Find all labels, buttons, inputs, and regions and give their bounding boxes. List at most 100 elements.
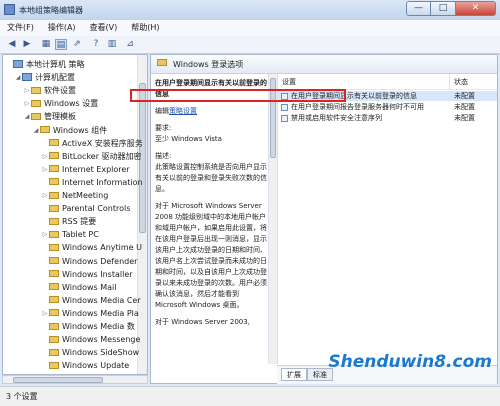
tree-item[interactable]: ▷Internet Explorer <box>41 163 130 176</box>
tree-item-label: Windows Messenge <box>62 335 140 344</box>
collapsed-arrow-icon[interactable]: ▷ <box>23 84 31 97</box>
status-text: 3 个设置 <box>6 391 38 402</box>
tree-item[interactable]: Windows Messenge <box>41 333 140 346</box>
tree-item[interactable]: Windows Anytime U <box>41 241 142 254</box>
maximize-button[interactable]: □ <box>431 1 456 16</box>
tree-item[interactable]: Internet Information <box>41 176 143 189</box>
collapsed-arrow-icon[interactable]: ▷ <box>41 189 49 202</box>
export-icon[interactable]: ⇗ <box>71 39 83 50</box>
tree-item-label: Tablet PC <box>62 230 99 239</box>
tree-item[interactable]: Windows Media 数 <box>41 320 135 333</box>
tree-item-label: Windows Media Cer <box>62 296 141 305</box>
folder-icon <box>40 126 50 133</box>
setting-state: 未配置 <box>454 113 475 123</box>
expanded-arrow-icon[interactable]: ◢ <box>14 71 22 84</box>
computer-icon <box>22 73 32 81</box>
group-policy-editor-window: 本地组策略编辑器 — □ ✕ 文件(F) 操作(A) 查看(V) 帮助(H) ◀… <box>0 0 500 405</box>
menu-file[interactable]: 文件(F) <box>0 20 41 36</box>
minimize-button[interactable]: — <box>406 1 431 16</box>
tree-item[interactable]: ▷NetMeeting <box>41 189 108 202</box>
folder-icon <box>49 309 59 316</box>
setting-name: 禁用或启用软件安全注意序列 <box>291 113 382 123</box>
policy-tree[interactable]: 本地计算机 策略◢计算机配置▷软件设置▷Windows 设置◢管理模板◢Wind… <box>2 54 148 375</box>
setting-row[interactable]: 在用户登录期间报告登录服务器何时不可用 未配置 <box>278 102 497 112</box>
expanded-arrow-icon[interactable]: ◢ <box>32 124 40 137</box>
tree-item[interactable]: Windows Mail <box>41 281 117 294</box>
expanded-arrow-icon[interactable]: ◢ <box>23 110 31 123</box>
setting-row[interactable]: 禁用或启用软件安全注意序列 未配置 <box>278 113 497 123</box>
tree-item[interactable]: Windows SideShow <box>41 346 139 359</box>
tree-item[interactable]: Parental Controls <box>41 202 130 215</box>
tree-item-label: Windows Anytime U <box>62 243 142 252</box>
folder-icon <box>49 362 59 369</box>
list-view-icon[interactable]: ▤ <box>55 39 67 50</box>
tree-item[interactable]: 本地计算机 策略 <box>5 58 85 71</box>
tree-item[interactable]: ◢计算机配置 <box>14 71 75 84</box>
folder-icon <box>49 270 59 277</box>
tree-item[interactable]: ▷ Tablet PC <box>41 228 99 241</box>
tree-item[interactable]: ▷BitLocker 驱动器加密 <box>41 150 142 163</box>
tree-item[interactable]: ▷软件设置 <box>23 84 76 97</box>
tab-extended[interactable]: 扩展 <box>281 368 307 381</box>
tree-item[interactable]: Windows Update <box>41 359 129 372</box>
tree-item-label: Windows SideShow <box>62 348 139 357</box>
menu-view[interactable]: 查看(V) <box>83 20 125 36</box>
folder-icon <box>49 178 59 185</box>
tree-item[interactable]: ◢管理模板 <box>23 110 76 123</box>
tree-item[interactable]: ActiveX 安装程序服务 <box>41 137 143 150</box>
properties-icon[interactable]: ▥ <box>106 39 118 50</box>
collapsed-arrow-icon[interactable]: ▷ <box>23 97 31 110</box>
column-state[interactable]: 状态 <box>454 77 468 87</box>
toolbar: ◀ ▶ ▦ ▤ ⇗ ? ▥ ⊿ <box>0 36 500 54</box>
edit-policy-link[interactable]: 策略设置 <box>169 107 197 115</box>
tree-item[interactable]: Windows Media Cer <box>41 294 141 307</box>
menu-action[interactable]: 操作(A) <box>41 20 83 36</box>
tree-item[interactable]: Windows Defender <box>41 255 137 268</box>
description-panel: 在用户登录期间显示有关以前登录的信息 编辑策略设置 要求:至少 Windows … <box>151 74 278 364</box>
tree-item-label: Windows Mail <box>62 283 117 292</box>
column-setting[interactable]: 设置 <box>282 77 296 87</box>
details-pane: Windows 登录选项 在用户登录期间显示有关以前登录的信息 编辑策略设置 要… <box>150 54 498 384</box>
forward-icon[interactable]: ▶ <box>21 39 33 50</box>
back-icon[interactable]: ◀ <box>6 39 18 50</box>
show-tree-icon[interactable]: ▦ <box>40 39 52 50</box>
tree-item-label: Parental Controls <box>62 204 130 213</box>
tree-vertical-scrollbar[interactable] <box>137 55 147 374</box>
list-header: 设置 状态 <box>278 74 497 90</box>
requirement-label: 要求: <box>155 124 171 132</box>
folder-icon <box>31 100 41 107</box>
settings-list: 设置 状态 在用户登录期间显示有关以前登录的信息 未配置 在用户登录期间报告登录… <box>278 74 497 364</box>
collapsed-arrow-icon[interactable]: ▷ <box>41 163 49 176</box>
folder-icon <box>31 113 41 120</box>
status-bar: 3 个设置 <box>0 386 500 406</box>
tree-item[interactable]: ▷Windows Media Pla <box>41 307 139 320</box>
folder-icon <box>49 349 59 356</box>
collapsed-arrow-icon[interactable]: ▷ <box>41 307 49 320</box>
menu-help[interactable]: 帮助(H) <box>124 20 166 36</box>
tree-item[interactable]: ▷ Windows 设置 <box>23 97 98 110</box>
description-scrollbar[interactable] <box>268 74 277 364</box>
tree-hscroll-thumb[interactable] <box>13 377 103 383</box>
folder-icon <box>49 139 59 146</box>
filter-icon[interactable]: ⊿ <box>124 39 136 50</box>
folder-icon <box>49 296 59 303</box>
collapsed-arrow-icon[interactable]: ▷ <box>41 150 49 163</box>
computer-icon <box>13 60 23 68</box>
policy-setting-icon <box>281 115 288 122</box>
pane-header: Windows 登录选项 <box>151 55 497 74</box>
tree-item[interactable]: ◢Windows 组件 <box>32 124 107 137</box>
tree-item[interactable]: RSS 提要 <box>41 215 96 228</box>
column-divider[interactable] <box>449 74 450 89</box>
folder-icon <box>157 59 167 66</box>
tree-item-label: Windows 设置 <box>44 99 98 108</box>
description-label: 描述: <box>155 152 171 160</box>
collapsed-arrow-icon[interactable]: ▷ <box>41 228 49 241</box>
folder-icon <box>49 218 59 225</box>
tree-horizontal-scrollbar[interactable] <box>2 375 148 384</box>
tree-item-label: Internet Information <box>62 178 143 187</box>
folder-icon <box>49 152 59 159</box>
help-icon[interactable]: ? <box>90 39 102 50</box>
tree-item[interactable]: Windows Installer <box>41 268 133 281</box>
folder-icon <box>49 283 59 290</box>
close-button[interactable]: ✕ <box>456 1 496 16</box>
